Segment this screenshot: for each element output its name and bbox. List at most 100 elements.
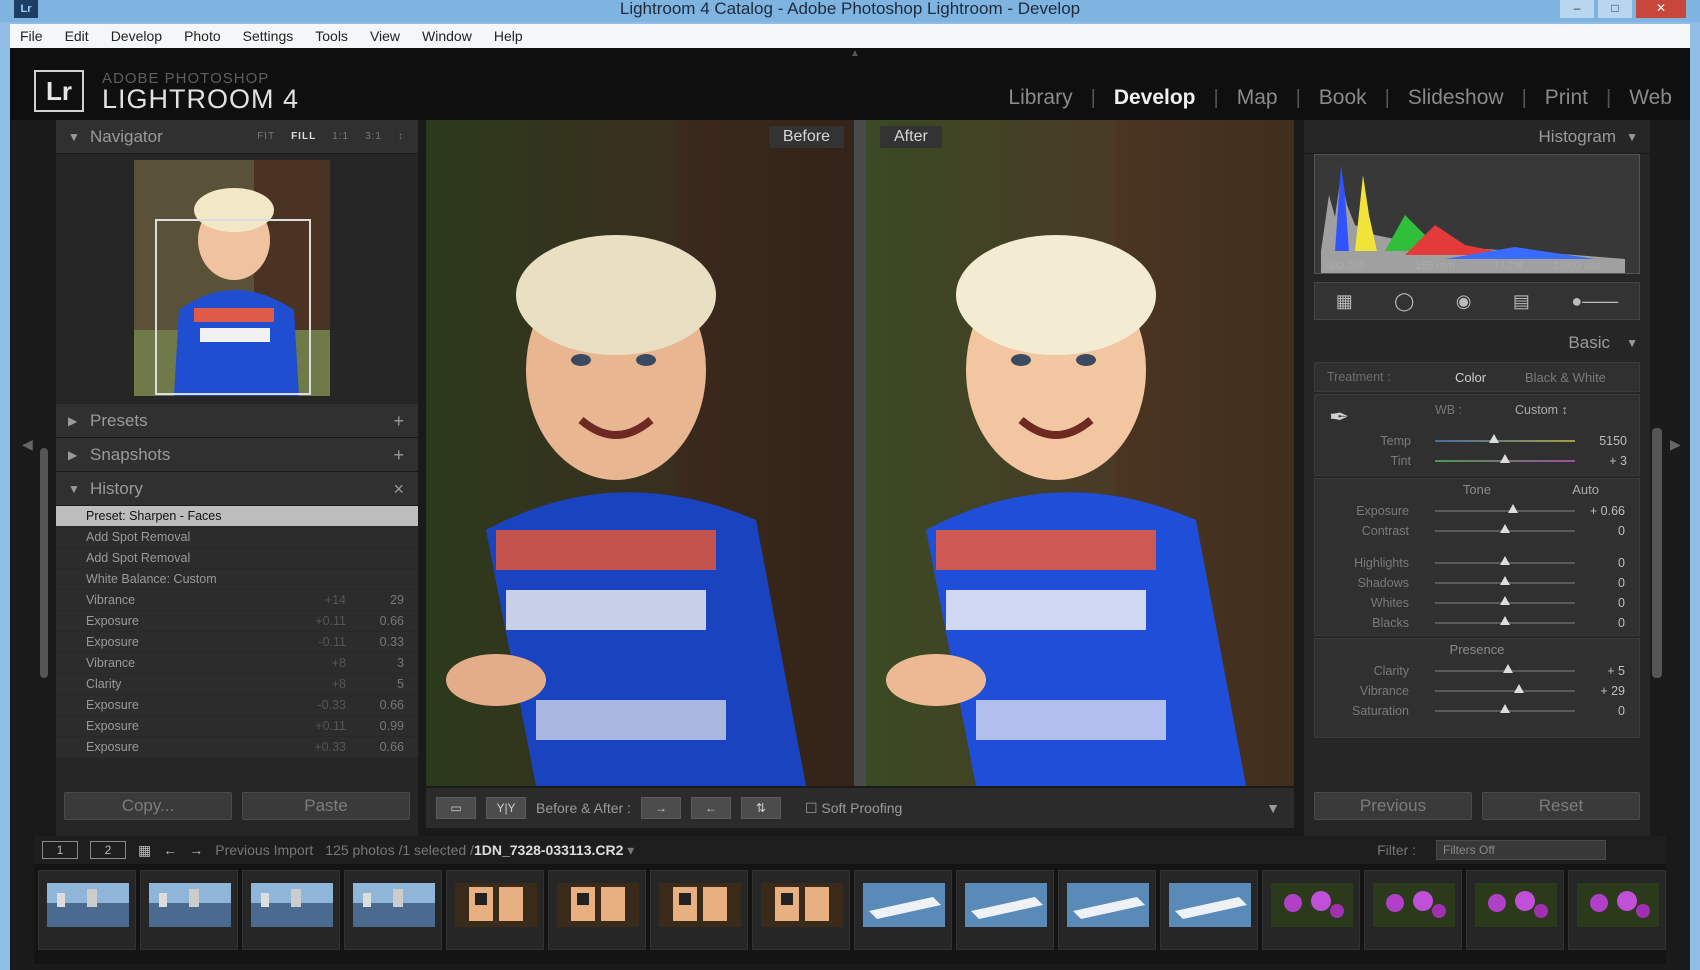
filmstrip-thumbnail[interactable] (1568, 870, 1666, 950)
zoom-option[interactable]: ↕ (398, 131, 404, 142)
slider-exposure[interactable]: Exposure + 0.66 (1315, 501, 1639, 521)
soft-proofing-checkbox[interactable]: ☐ Soft Proofing (805, 800, 902, 817)
history-item[interactable]: Vibrance +8 3 (56, 653, 418, 674)
primary-window-button[interactable]: 1 (42, 841, 78, 859)
wb-eyedropper-icon[interactable]: ✒ (1329, 403, 1349, 432)
slider-value[interactable]: + 3 (1609, 454, 1627, 468)
slider-thumb[interactable] (1500, 616, 1510, 625)
slider-value[interactable]: 5150 (1599, 434, 1627, 448)
menu-item-view[interactable]: View (370, 28, 400, 44)
slider-contrast[interactable]: Contrast 0 (1315, 521, 1639, 541)
menu-item-edit[interactable]: Edit (65, 28, 89, 44)
treatment-bw[interactable]: Black & White (1525, 370, 1606, 385)
auto-tone-button[interactable]: Auto (1572, 479, 1599, 501)
slider-value[interactable]: 0 (1618, 704, 1625, 718)
zoom-option[interactable]: FILL (291, 131, 316, 142)
add-preset-icon[interactable]: + (393, 404, 404, 438)
before-after-toggle[interactable]: Y|Y (486, 797, 526, 819)
history-item[interactable]: Preset: Sharpen - Faces (56, 506, 418, 527)
treatment-color[interactable]: Color (1455, 370, 1486, 385)
module-print[interactable]: Print (1527, 86, 1606, 110)
history-item[interactable]: Exposure +0.11 0.66 (56, 611, 418, 632)
reset-button[interactable]: Reset (1482, 792, 1640, 820)
filmstrip-thumbnail[interactable] (1466, 870, 1564, 950)
filmstrip-source[interactable]: Previous Import (215, 842, 313, 858)
slider-value[interactable]: 0 (1618, 616, 1625, 630)
history-header[interactable]: ▼ History × (56, 472, 418, 506)
histogram-header[interactable]: Histogram ▼ (1304, 120, 1650, 154)
slider-thumb[interactable] (1500, 596, 1510, 605)
menu-item-settings[interactable]: Settings (243, 28, 294, 44)
module-develop[interactable]: Develop (1096, 86, 1214, 110)
history-item[interactable]: Vibrance +14 29 (56, 590, 418, 611)
zoom-option[interactable]: FIT (257, 131, 275, 142)
slider-value[interactable]: 0 (1618, 596, 1625, 610)
zoom-option[interactable]: 1:1 (332, 131, 349, 142)
filmstrip-thumbnail[interactable] (1262, 870, 1360, 950)
collapse-right-icon[interactable]: ▶ (1670, 436, 1681, 453)
menu-item-help[interactable]: Help (494, 28, 523, 44)
grid-icon[interactable]: ▦ (138, 842, 151, 859)
menu-item-tools[interactable]: Tools (315, 28, 348, 44)
filmstrip-thumbnail[interactable] (1058, 870, 1156, 950)
slider-thumb[interactable] (1502, 664, 1513, 673)
slider-track[interactable] (1435, 510, 1575, 512)
slider-thumb[interactable] (1500, 576, 1510, 585)
filmstrip-thumbnail[interactable] (38, 870, 136, 950)
presets-header[interactable]: ▶ Presets + (56, 404, 418, 438)
filmstrip-thumbnail[interactable] (956, 870, 1054, 950)
slider-value[interactable]: + 0.66 (1590, 504, 1625, 518)
history-item[interactable]: Add Spot Removal (56, 527, 418, 548)
after-photo[interactable]: After (866, 120, 1294, 786)
maximize-button[interactable]: □ (1598, 0, 1632, 18)
slider-thumb[interactable] (1514, 684, 1524, 693)
history-item[interactable]: Exposure -0.11 0.33 (56, 632, 418, 653)
add-snapshot-icon[interactable]: + (393, 438, 404, 472)
adjustment-brush-icon[interactable]: ●—— (1571, 291, 1618, 312)
filmstrip-thumbnail[interactable] (344, 870, 442, 950)
history-item[interactable]: Add Spot Removal (56, 548, 418, 569)
navigator-preview[interactable] (56, 154, 418, 404)
navigator-header[interactable]: ▼ Navigator FIT FILL 1:1 3:1 ↕ (56, 120, 418, 154)
history-item[interactable]: White Balance: Custom (56, 569, 418, 590)
slider-thumb[interactable] (1500, 454, 1510, 463)
slider-track[interactable] (1435, 690, 1575, 692)
slider-value[interactable]: 0 (1618, 556, 1625, 570)
secondary-window-button[interactable]: 2 (90, 841, 126, 859)
back-arrow-icon[interactable]: ← (163, 842, 177, 858)
slider-value[interactable]: + 5 (1607, 664, 1625, 678)
history-item[interactable]: Exposure +0.11 0.99 (56, 716, 418, 737)
slider-thumb[interactable] (1500, 524, 1510, 533)
navigator-thumbnail[interactable] (134, 160, 330, 396)
before-photo[interactable]: Before (426, 120, 854, 786)
forward-arrow-icon[interactable]: → (189, 842, 203, 858)
menu-item-photo[interactable]: Photo (184, 28, 221, 44)
slider-value[interactable]: + 29 (1600, 684, 1625, 698)
left-scrollbar[interactable] (40, 448, 48, 678)
zoom-option[interactable]: 3:1 (365, 131, 382, 142)
module-book[interactable]: Book (1301, 86, 1385, 110)
filmstrip-thumbnail[interactable] (650, 870, 748, 950)
module-slideshow[interactable]: Slideshow (1390, 86, 1522, 110)
slider-highlights[interactable]: Highlights 0 (1315, 553, 1639, 573)
copy-after-to-before-button[interactable]: ← (690, 797, 731, 819)
module-web[interactable]: Web (1611, 86, 1690, 110)
collapse-top-icon[interactable]: ▲ (850, 48, 860, 59)
slider-temp[interactable]: Temp 5150 (1315, 431, 1641, 451)
slider-thumb[interactable] (1508, 504, 1519, 513)
graduated-filter-icon[interactable]: ▤ (1513, 291, 1530, 312)
filmstrip-thumbnail[interactable] (548, 870, 646, 950)
slider-tint[interactable]: Tint + 3 (1315, 451, 1641, 471)
swap-button[interactable]: ⇅ (740, 797, 781, 819)
filmstrip-thumbnail[interactable] (854, 870, 952, 950)
slider-blacks[interactable]: Blacks 0 (1315, 613, 1639, 633)
zoom-options[interactable]: FIT FILL 1:1 3:1 ↕ (241, 120, 404, 154)
right-scrollbar[interactable] (1652, 428, 1662, 678)
slider-value[interactable]: 0 (1618, 524, 1625, 538)
filmstrip-thumbnail[interactable] (140, 870, 238, 950)
red-eye-icon[interactable]: ◉ (1456, 291, 1472, 312)
filmstrip-thumbnail[interactable] (1160, 870, 1258, 950)
slider-clarity[interactable]: Clarity + 5 (1315, 661, 1639, 681)
slider-thumb[interactable] (1488, 434, 1499, 443)
slider-value[interactable]: 0 (1618, 576, 1625, 590)
